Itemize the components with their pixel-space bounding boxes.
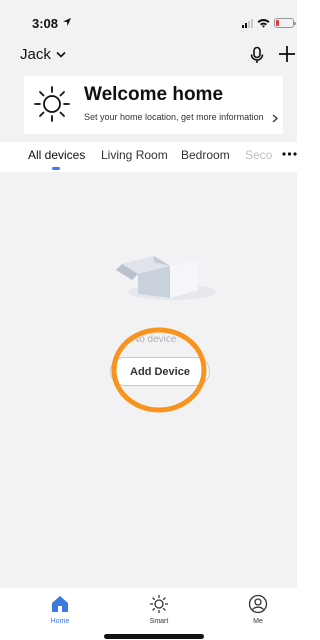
active-tab-indicator <box>52 167 60 170</box>
room-tabs: All devices Living Room Bedroom Seco <box>0 142 297 172</box>
home-name: Jack <box>20 46 51 63</box>
wifi-icon <box>257 19 270 28</box>
empty-box-illustration <box>116 256 216 300</box>
sun-icon <box>149 594 169 614</box>
status-time: 3:08 <box>32 16 59 31</box>
chevron-down-icon <box>56 51 66 58</box>
nav-label-me: Me <box>253 618 263 625</box>
welcome-subtitle: Set your home location, get more informa… <box>84 112 264 122</box>
add-device-button[interactable]: Add Device <box>110 357 210 386</box>
cellular-signal-icon <box>242 18 253 28</box>
plus-icon[interactable] <box>277 44 297 64</box>
microphone-icon[interactable] <box>248 46 266 64</box>
welcome-card[interactable]: Welcome home Set your home location, get… <box>24 76 283 134</box>
nav-label-smart: Smart <box>149 618 169 625</box>
home-indicator <box>104 634 204 639</box>
nav-label-home: Home <box>50 618 70 625</box>
location-arrow-icon <box>63 18 71 26</box>
more-horizontal-icon[interactable] <box>282 150 297 158</box>
app-screen: 3:08 Jack Welcome home Set your home loc… <box>0 0 297 640</box>
tab-second[interactable]: Seco <box>245 148 272 162</box>
tab-living-room[interactable]: Living Room <box>101 148 168 162</box>
home-switcher[interactable]: Jack <box>20 46 66 63</box>
nav-item-home[interactable]: Home <box>35 594 85 628</box>
battery-icon <box>274 18 296 28</box>
bottom-nav: Home Smart Me <box>0 588 297 640</box>
nav-item-me[interactable]: Me <box>233 594 283 628</box>
tab-bedroom[interactable]: Bedroom <box>181 148 230 162</box>
nav-item-smart[interactable]: Smart <box>134 594 184 628</box>
chevron-right-icon <box>272 114 278 123</box>
welcome-title: Welcome home <box>84 84 224 105</box>
home-icon <box>52 596 68 612</box>
empty-state-text: No device <box>132 334 177 345</box>
profile-icon <box>248 594 268 614</box>
battery-level <box>276 20 280 26</box>
status-bar: 3:08 <box>0 0 297 40</box>
tab-all-devices[interactable]: All devices <box>28 148 85 162</box>
sun-icon <box>34 86 70 122</box>
status-icons <box>242 18 296 28</box>
